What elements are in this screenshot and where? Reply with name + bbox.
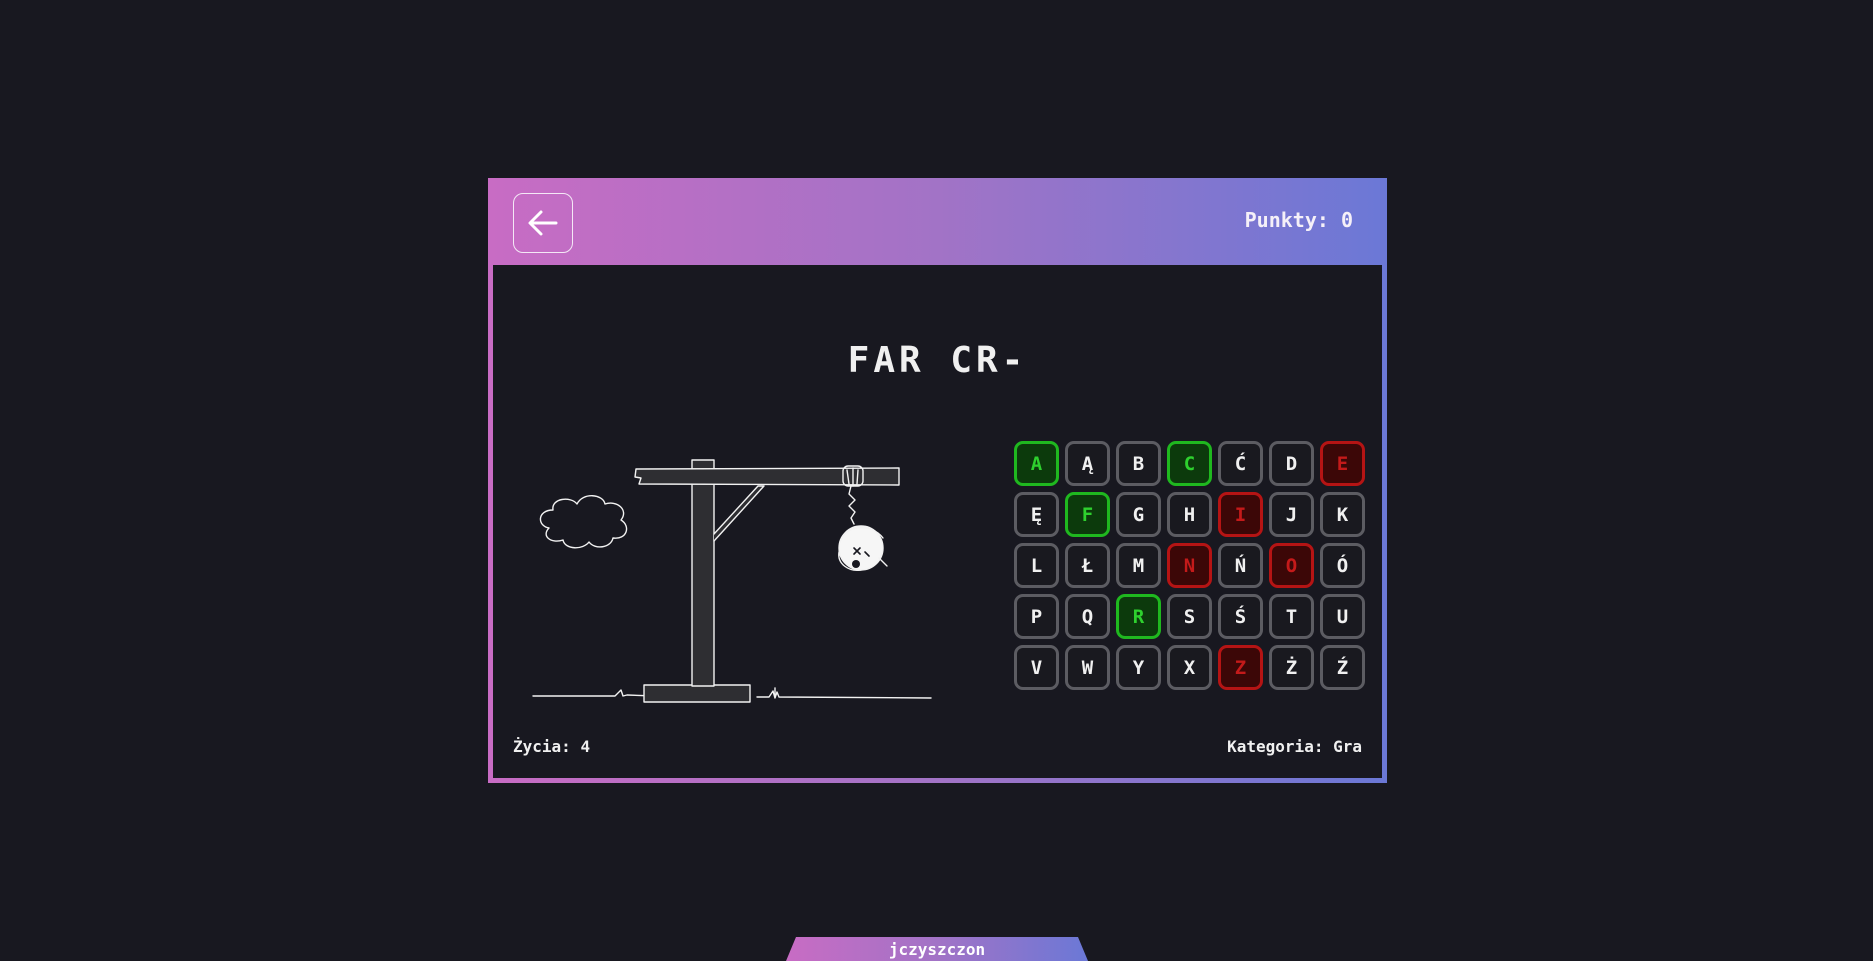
letter-key[interactable]: Y — [1116, 645, 1161, 690]
arrow-left-icon — [528, 210, 558, 236]
gallows-brace — [713, 485, 765, 542]
score-value: 0 — [1340, 208, 1353, 232]
lives-value: 4 — [580, 737, 591, 756]
letter-key[interactable]: E — [1320, 441, 1365, 486]
lives-label: Życia: — [513, 737, 571, 756]
letter-key[interactable]: G — [1116, 492, 1161, 537]
letter-keyboard: AĄBCĆDE ĘFGHIJK LŁMNŃOÓ PQRSŚTU VWYXZŻŹ — [1014, 441, 1365, 690]
letter-key[interactable]: Z — [1218, 645, 1263, 690]
game-area: FAR CR- A Ą B C Ć D E Ę F G H I J K L Ł … — [493, 265, 1382, 778]
letter-key[interactable]: U — [1320, 594, 1365, 639]
gallows-beam — [634, 467, 900, 486]
lives: Życia: 4 — [513, 737, 590, 756]
score: Punkty: 0 — [1245, 208, 1353, 232]
letter-key[interactable]: N — [1167, 543, 1212, 588]
letter-key[interactable]: V — [1014, 645, 1059, 690]
letter-key[interactable]: I — [1218, 492, 1263, 537]
score-label: Punkty: — [1244, 208, 1329, 232]
letter-key[interactable]: A — [1014, 441, 1059, 486]
hangman-drawing — [532, 459, 932, 703]
letter-key[interactable]: L — [1014, 543, 1059, 588]
letter-key[interactable]: W — [1065, 645, 1110, 690]
letter-key[interactable]: P — [1014, 594, 1059, 639]
letter-key[interactable]: Ó — [1320, 543, 1365, 588]
letter-key[interactable]: M — [1116, 543, 1161, 588]
letter-key[interactable]: J — [1269, 492, 1314, 537]
letter-key[interactable]: Ń — [1218, 543, 1263, 588]
letter-key[interactable]: Ś — [1218, 594, 1263, 639]
card-header: Punkty: 0 — [488, 178, 1387, 265]
hidden-word: FAR CR- — [847, 340, 1028, 381]
gallows-base — [643, 684, 751, 703]
letter-key[interactable]: Ź — [1320, 645, 1365, 690]
letter-key[interactable]: Q — [1065, 594, 1110, 639]
letter-key[interactable]: Ż — [1269, 645, 1314, 690]
letter-key[interactable]: F — [1065, 492, 1110, 537]
letter-key[interactable]: H — [1167, 492, 1212, 537]
letter-key[interactable]: Ł — [1065, 543, 1110, 588]
gallows-post — [691, 459, 715, 687]
letter-key[interactable]: Ą — [1065, 441, 1110, 486]
letter-key[interactable]: B — [1116, 441, 1161, 486]
letter-key[interactable]: S — [1167, 594, 1212, 639]
letter-key[interactable]: O — [1269, 543, 1314, 588]
back-button[interactable] — [513, 193, 573, 253]
author-name: jczyszczon — [888, 939, 986, 959]
cloud-drawing — [539, 495, 628, 549]
head-drawing — [838, 525, 888, 571]
category-value: Gra — [1333, 737, 1362, 756]
category: Kategoria: Gra — [1227, 737, 1362, 756]
letter-key[interactable]: X — [1167, 645, 1212, 690]
letter-key[interactable]: D — [1269, 441, 1314, 486]
letter-key[interactable]: K — [1320, 492, 1365, 537]
author-footer[interactable]: jczyszczon — [786, 937, 1088, 961]
category-label: Kategoria: — [1227, 737, 1324, 756]
letter-key[interactable]: T — [1269, 594, 1314, 639]
letter-key[interactable]: C — [1167, 441, 1212, 486]
letter-key[interactable]: Ć — [1218, 441, 1263, 486]
letter-key[interactable]: R — [1116, 594, 1161, 639]
letter-key[interactable]: Ę — [1014, 492, 1059, 537]
game-card: Punkty: 0 FAR CR- A Ą B C Ć D E Ę F G H … — [488, 178, 1387, 783]
